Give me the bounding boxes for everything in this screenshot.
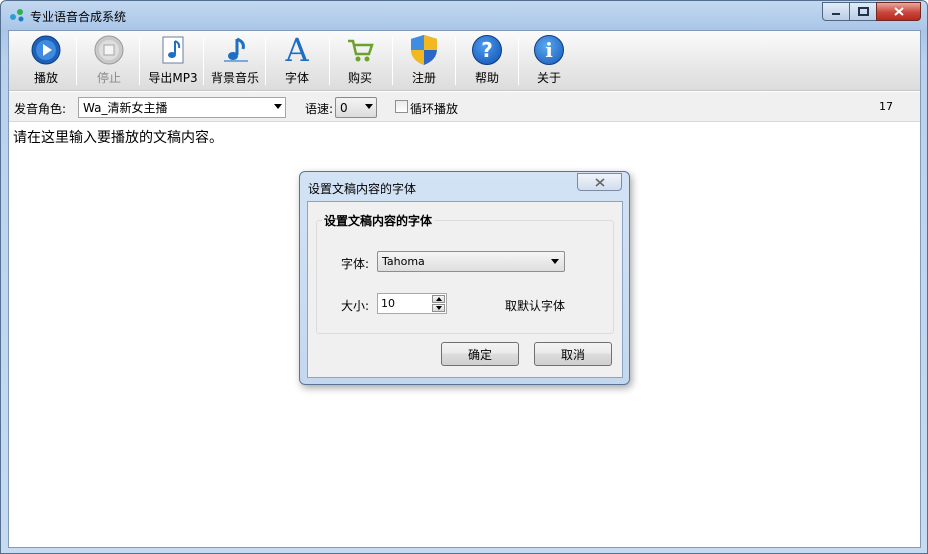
group-title: 设置文稿内容的字体 [322,212,435,229]
maximize-button[interactable] [849,2,877,21]
buy-button[interactable]: 购买 [340,33,380,89]
minimize-button[interactable] [822,2,850,21]
cancel-button[interactable]: 取消 [534,342,612,366]
options-bar: 发音角色: Wa_清新女主播 语速: 0 循环播放 17 [9,92,920,122]
speed-label: 语速: [305,102,334,116]
ok-label: 确定 [467,347,492,362]
dialog-body: 设置文稿内容的字体 字体: Tahoma 大小: 10 取默认字体 确定 取消 [307,201,623,378]
voice-select[interactable]: Wa_清新女主播 [78,97,286,118]
buy-label: 购买 [347,71,372,85]
voice-label: 发音角色: [14,102,67,116]
font-group [316,220,614,334]
info-icon: i [534,35,564,65]
register-label: 注册 [411,71,436,85]
font-dialog: 设置文稿内容的字体 设置文稿内容的字体 字体: Tahoma 大小: 10 取默… [299,171,630,385]
stop-label: 停止 [96,71,121,85]
export-mp3-button[interactable]: 导出MP3 [147,33,199,89]
font-label: 字体: [341,257,370,271]
toolbar: 播放 停止 导出MP3 背景音乐 A 字体 购买 注册 ? 帮助 i 关于 [9,31,920,91]
chevron-down-icon [274,104,282,109]
main-window: 专业语音合成系统 播放 停止 导出MP3 背景音乐 A 字体 购买 注册 ? 帮… [0,0,928,554]
music-note-icon [224,37,248,62]
chevron-down-icon [551,259,559,264]
help-glyph: ? [481,38,493,62]
about-label: 关于 [536,71,561,85]
help-button[interactable]: ? 帮助 [467,33,507,89]
close-icon [893,7,904,16]
font-label: 字体 [284,71,309,85]
char-count: 17 [879,100,893,113]
info-glyph: i [545,38,553,62]
script-text-area[interactable]: 请在这里输入要播放的文稿内容。 [13,127,223,147]
cancel-label: 取消 [560,347,585,362]
play-label: 播放 [33,71,58,85]
chevron-down-icon [365,104,373,109]
about-button[interactable]: i 关于 [529,33,569,89]
font-button[interactable]: A 字体 [277,33,317,89]
font-value: Tahoma [382,255,425,268]
dialog-close-button[interactable] [577,173,622,191]
shield-icon [411,35,437,65]
bg-music-label: 背景音乐 [210,71,259,85]
close-icon [594,177,605,187]
cart-icon [348,39,374,62]
close-button[interactable] [876,2,921,21]
app-icon [10,9,24,22]
play-icon [31,35,61,65]
caption-buttons [822,2,921,21]
stop-icon [94,35,124,65]
bg-music-button[interactable]: 背景音乐 [209,33,261,89]
maximize-icon [857,7,869,16]
loop-checkbox[interactable] [395,100,408,113]
stop-button[interactable]: 停止 [89,33,129,89]
default-font-button[interactable]: 取默认字体 [505,297,565,314]
title-bar[interactable]: 专业语音合成系统 [1,1,927,29]
size-label: 大小: [341,299,370,313]
size-value: 10 [381,297,395,310]
window-title: 专业语音合成系统 [30,10,127,24]
loop-label: 循环播放 [410,102,459,116]
speed-select[interactable]: 0 [335,97,377,118]
size-stepper[interactable]: 10 [377,293,447,314]
dialog-title: 设置文稿内容的字体 [308,182,417,196]
font-select[interactable]: Tahoma [377,251,565,272]
minimize-icon [832,12,840,15]
voice-value: Wa_清新女主播 [83,101,168,115]
stepper-up-icon[interactable] [432,295,445,303]
speed-value: 0 [340,100,348,115]
register-button[interactable]: 注册 [404,33,444,89]
stepper-down-icon[interactable] [432,304,445,312]
ok-button[interactable]: 确定 [441,342,519,366]
font-icon: A [285,31,309,69]
play-button[interactable]: 播放 [26,33,66,89]
help-icon: ? [472,35,502,65]
music-note-icon [162,36,184,64]
help-label: 帮助 [474,71,499,85]
editor-placeholder: 请在这里输入要播放的文稿内容。 [13,130,223,146]
export-mp3-label: 导出MP3 [148,71,198,85]
